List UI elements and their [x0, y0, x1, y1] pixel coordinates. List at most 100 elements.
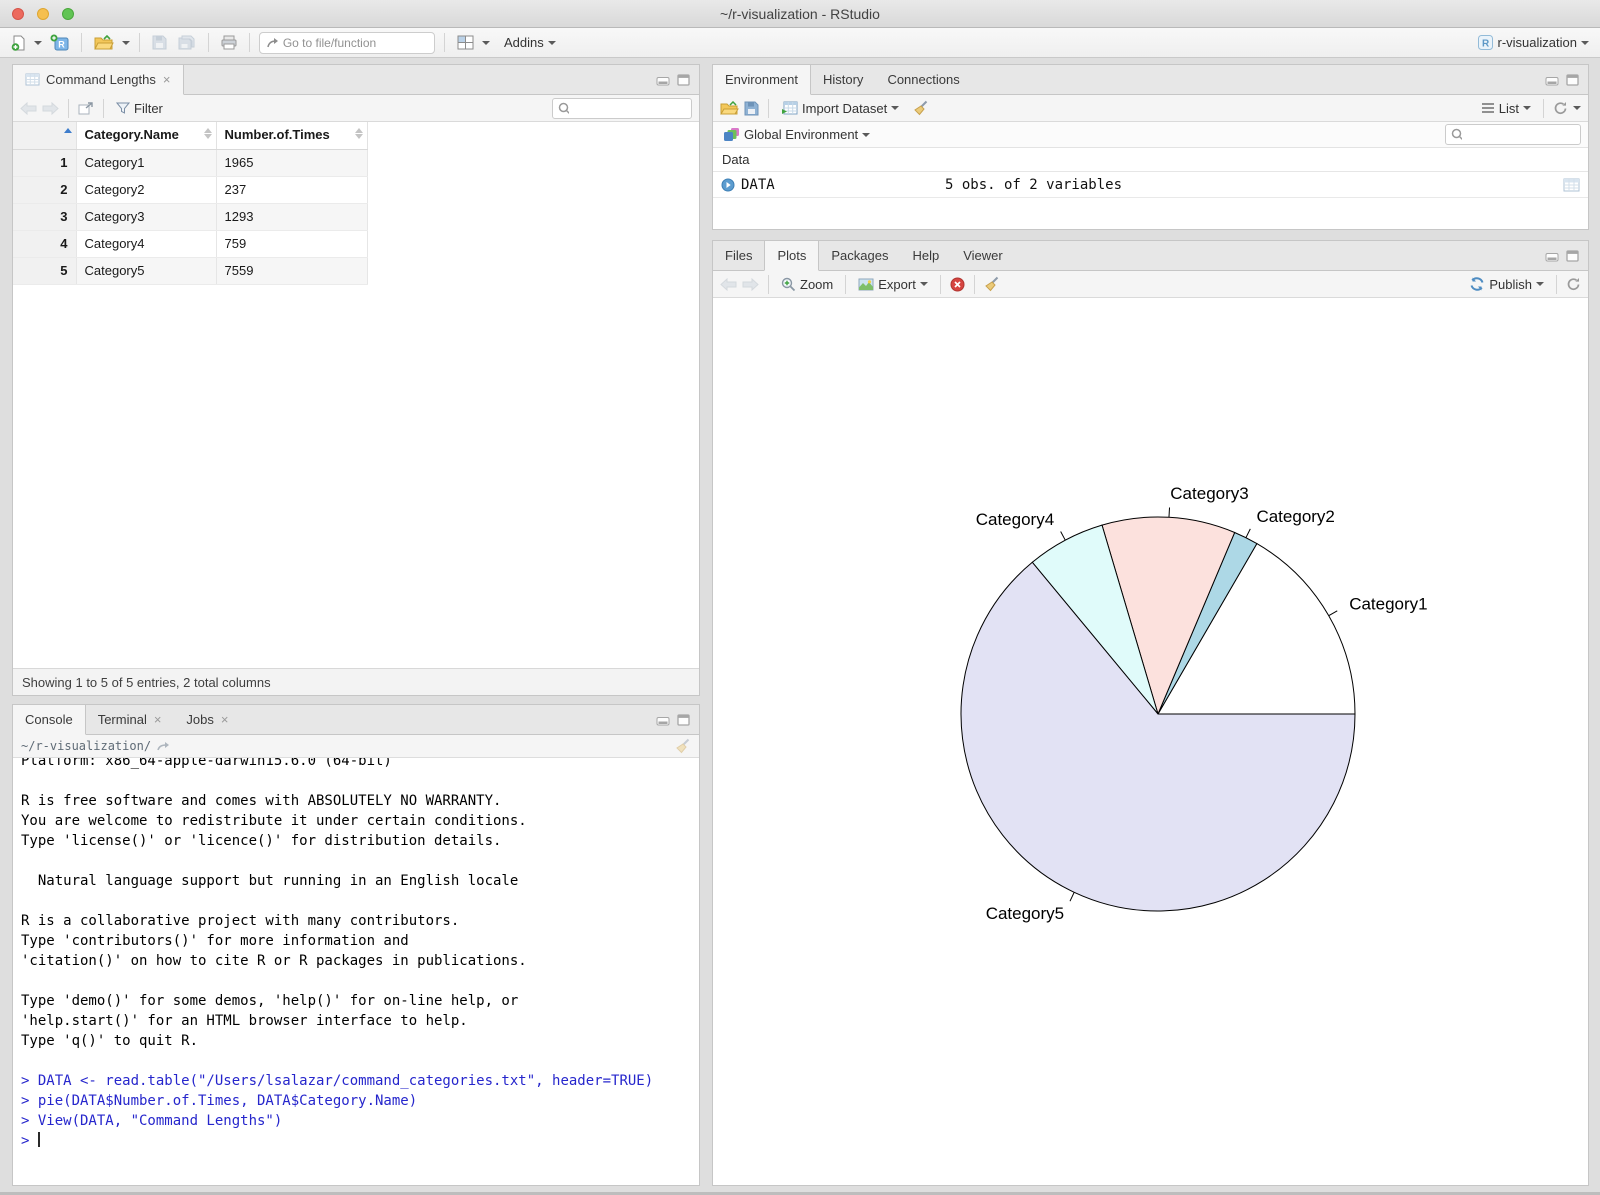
export-plot-button[interactable]: Export — [855, 275, 931, 294]
cell-category-name: Category5 — [76, 257, 217, 285]
tab-console[interactable]: Console — [13, 705, 86, 735]
maximize-pane-icon[interactable] — [1566, 249, 1579, 262]
show-in-new-window-icon[interactable] — [78, 101, 94, 115]
console-body[interactable]: Platform: x86_64-apple-darwin15.6.0 (64-… — [13, 758, 699, 1185]
cell-number-of-times: 7559 — [216, 257, 368, 285]
tab-connections[interactable]: Connections — [875, 65, 971, 94]
clear-environment-icon[interactable] — [913, 100, 929, 116]
table-row[interactable]: 2 Category2 237 — [13, 176, 699, 204]
pane-layout-icon — [457, 35, 474, 50]
load-workspace-icon[interactable] — [720, 100, 739, 116]
pie-label: Category4 — [976, 510, 1054, 529]
tab-plots[interactable]: Plots — [764, 241, 820, 271]
tab-terminal[interactable]: Terminal × — [86, 705, 175, 734]
back-icon[interactable] — [20, 101, 37, 115]
column-header-category-name[interactable]: Category.Name — [76, 122, 217, 150]
toolbar-divider — [973, 274, 975, 294]
console-prompt[interactable]: > — [21, 1131, 691, 1151]
save-all-button[interactable] — [175, 33, 199, 52]
table-row[interactable]: 3 Category3 1293 — [13, 203, 699, 231]
viewer-tab-strip: Command Lengths × — [13, 65, 699, 95]
goto-file-function-input[interactable] — [282, 35, 427, 50]
print-button[interactable] — [218, 33, 240, 52]
new-project-button[interactable]: R — [47, 32, 72, 53]
pie-chart: Category1 Category2 Category3 Category4 Cate… — [960, 484, 1428, 923]
close-tab-icon[interactable]: × — [220, 713, 230, 726]
row-number-header[interactable] — [13, 122, 77, 150]
project-selector[interactable]: R r-visualization — [1474, 32, 1592, 53]
sort-desc-icon — [354, 134, 363, 139]
project-cube-icon: R — [1477, 35, 1493, 50]
filter-button[interactable]: Filter — [113, 99, 166, 118]
minimize-window-button[interactable] — [37, 8, 49, 20]
view-data-icon[interactable] — [1563, 178, 1580, 192]
minimize-pane-icon[interactable] — [656, 74, 670, 86]
new-project-icon: R — [50, 34, 69, 51]
refresh-dropdown[interactable] — [1573, 106, 1581, 110]
console-line: R is a collaborative project with many c… — [21, 913, 460, 929]
zoom-label: Zoom — [800, 276, 834, 292]
tab-packages[interactable]: Packages — [819, 241, 900, 270]
addins-button[interactable]: Addins — [501, 33, 559, 52]
remove-plot-icon[interactable] — [950, 277, 965, 292]
table-row[interactable]: 5 Category5 7559 — [13, 257, 699, 285]
expand-object-icon[interactable] — [721, 178, 735, 192]
zoom-plot-button[interactable]: Zoom — [778, 275, 836, 294]
forward-icon[interactable] — [42, 101, 59, 115]
tab-viewer[interactable]: Viewer — [951, 241, 1015, 270]
new-file-dropdown[interactable] — [34, 40, 42, 45]
pane-layout-button[interactable] — [454, 33, 477, 52]
tab-environment[interactable]: Environment — [713, 65, 811, 95]
save-button[interactable] — [149, 33, 170, 52]
close-tab-icon[interactable]: × — [153, 713, 163, 726]
table-row[interactable]: 4 Category4 759 — [13, 230, 699, 258]
tab-help[interactable]: Help — [900, 241, 951, 270]
tab-jobs[interactable]: Jobs × — [174, 705, 241, 734]
sort-asc-icon — [63, 128, 72, 133]
import-dataset-button[interactable]: Import Dataset — [778, 99, 902, 118]
next-plot-icon[interactable] — [742, 277, 759, 291]
refresh-plot-icon[interactable] — [1566, 277, 1581, 291]
table-row[interactable]: 1 Category1 1965 — [13, 149, 699, 177]
refresh-icon[interactable] — [1553, 101, 1568, 115]
tab-history[interactable]: History — [811, 65, 875, 94]
open-file-button[interactable] — [91, 33, 117, 53]
column-header-number-of-times[interactable]: Number.of.Times — [216, 122, 368, 150]
environment-object-row[interactable]: DATA 5 obs. of 2 variables — [713, 172, 1588, 198]
pie-label: Category3 — [1170, 484, 1248, 503]
viewer-search-input[interactable] — [573, 101, 686, 115]
close-window-button[interactable] — [12, 8, 24, 20]
maximize-pane-icon[interactable] — [677, 73, 690, 86]
pane-layout-dropdown[interactable] — [482, 40, 490, 45]
maximize-pane-icon[interactable] — [677, 713, 690, 726]
console-line: 'help.start()' for an HTML browser inter… — [21, 1013, 468, 1029]
viewer-search-box[interactable] — [552, 97, 692, 119]
new-file-button[interactable] — [8, 33, 29, 53]
go-to-directory-icon[interactable] — [157, 741, 171, 752]
goto-file-function-box[interactable] — [259, 31, 435, 54]
environment-search-box[interactable] — [1445, 124, 1581, 145]
clear-all-plots-icon[interactable] — [984, 276, 1000, 292]
clear-console-icon[interactable] — [675, 738, 691, 754]
save-workspace-icon[interactable] — [744, 101, 759, 116]
tab-command-lengths[interactable]: Command Lengths × — [13, 65, 185, 95]
environment-scope-selector[interactable]: Global Environment — [720, 125, 873, 144]
minimize-pane-icon[interactable] — [656, 714, 670, 726]
console-line: 'citation()' on how to cite R or R packa… — [21, 953, 527, 969]
console-tab-strip: Console Terminal × Jobs × — [13, 705, 699, 735]
minimize-pane-icon[interactable] — [1545, 74, 1559, 86]
console-line: Type 'contributors()' for more informati… — [21, 933, 409, 949]
environment-search-input[interactable] — [1466, 127, 1575, 142]
zoom-window-button[interactable] — [62, 8, 74, 20]
close-tab-icon[interactable]: × — [162, 73, 172, 86]
tab-files[interactable]: Files — [713, 241, 764, 270]
viewer-status-bar: Showing 1 to 5 of 5 entries, 2 total col… — [13, 668, 699, 695]
minimize-pane-icon[interactable] — [1545, 250, 1559, 262]
open-recent-dropdown[interactable] — [122, 40, 130, 45]
environment-view-mode-button[interactable]: List — [1478, 99, 1534, 118]
previous-plot-icon[interactable] — [720, 277, 737, 291]
export-label: Export — [878, 276, 916, 292]
maximize-pane-icon[interactable] — [1566, 73, 1579, 86]
publish-button[interactable]: Publish — [1466, 274, 1547, 294]
import-dataset-dropdown — [891, 106, 900, 110]
